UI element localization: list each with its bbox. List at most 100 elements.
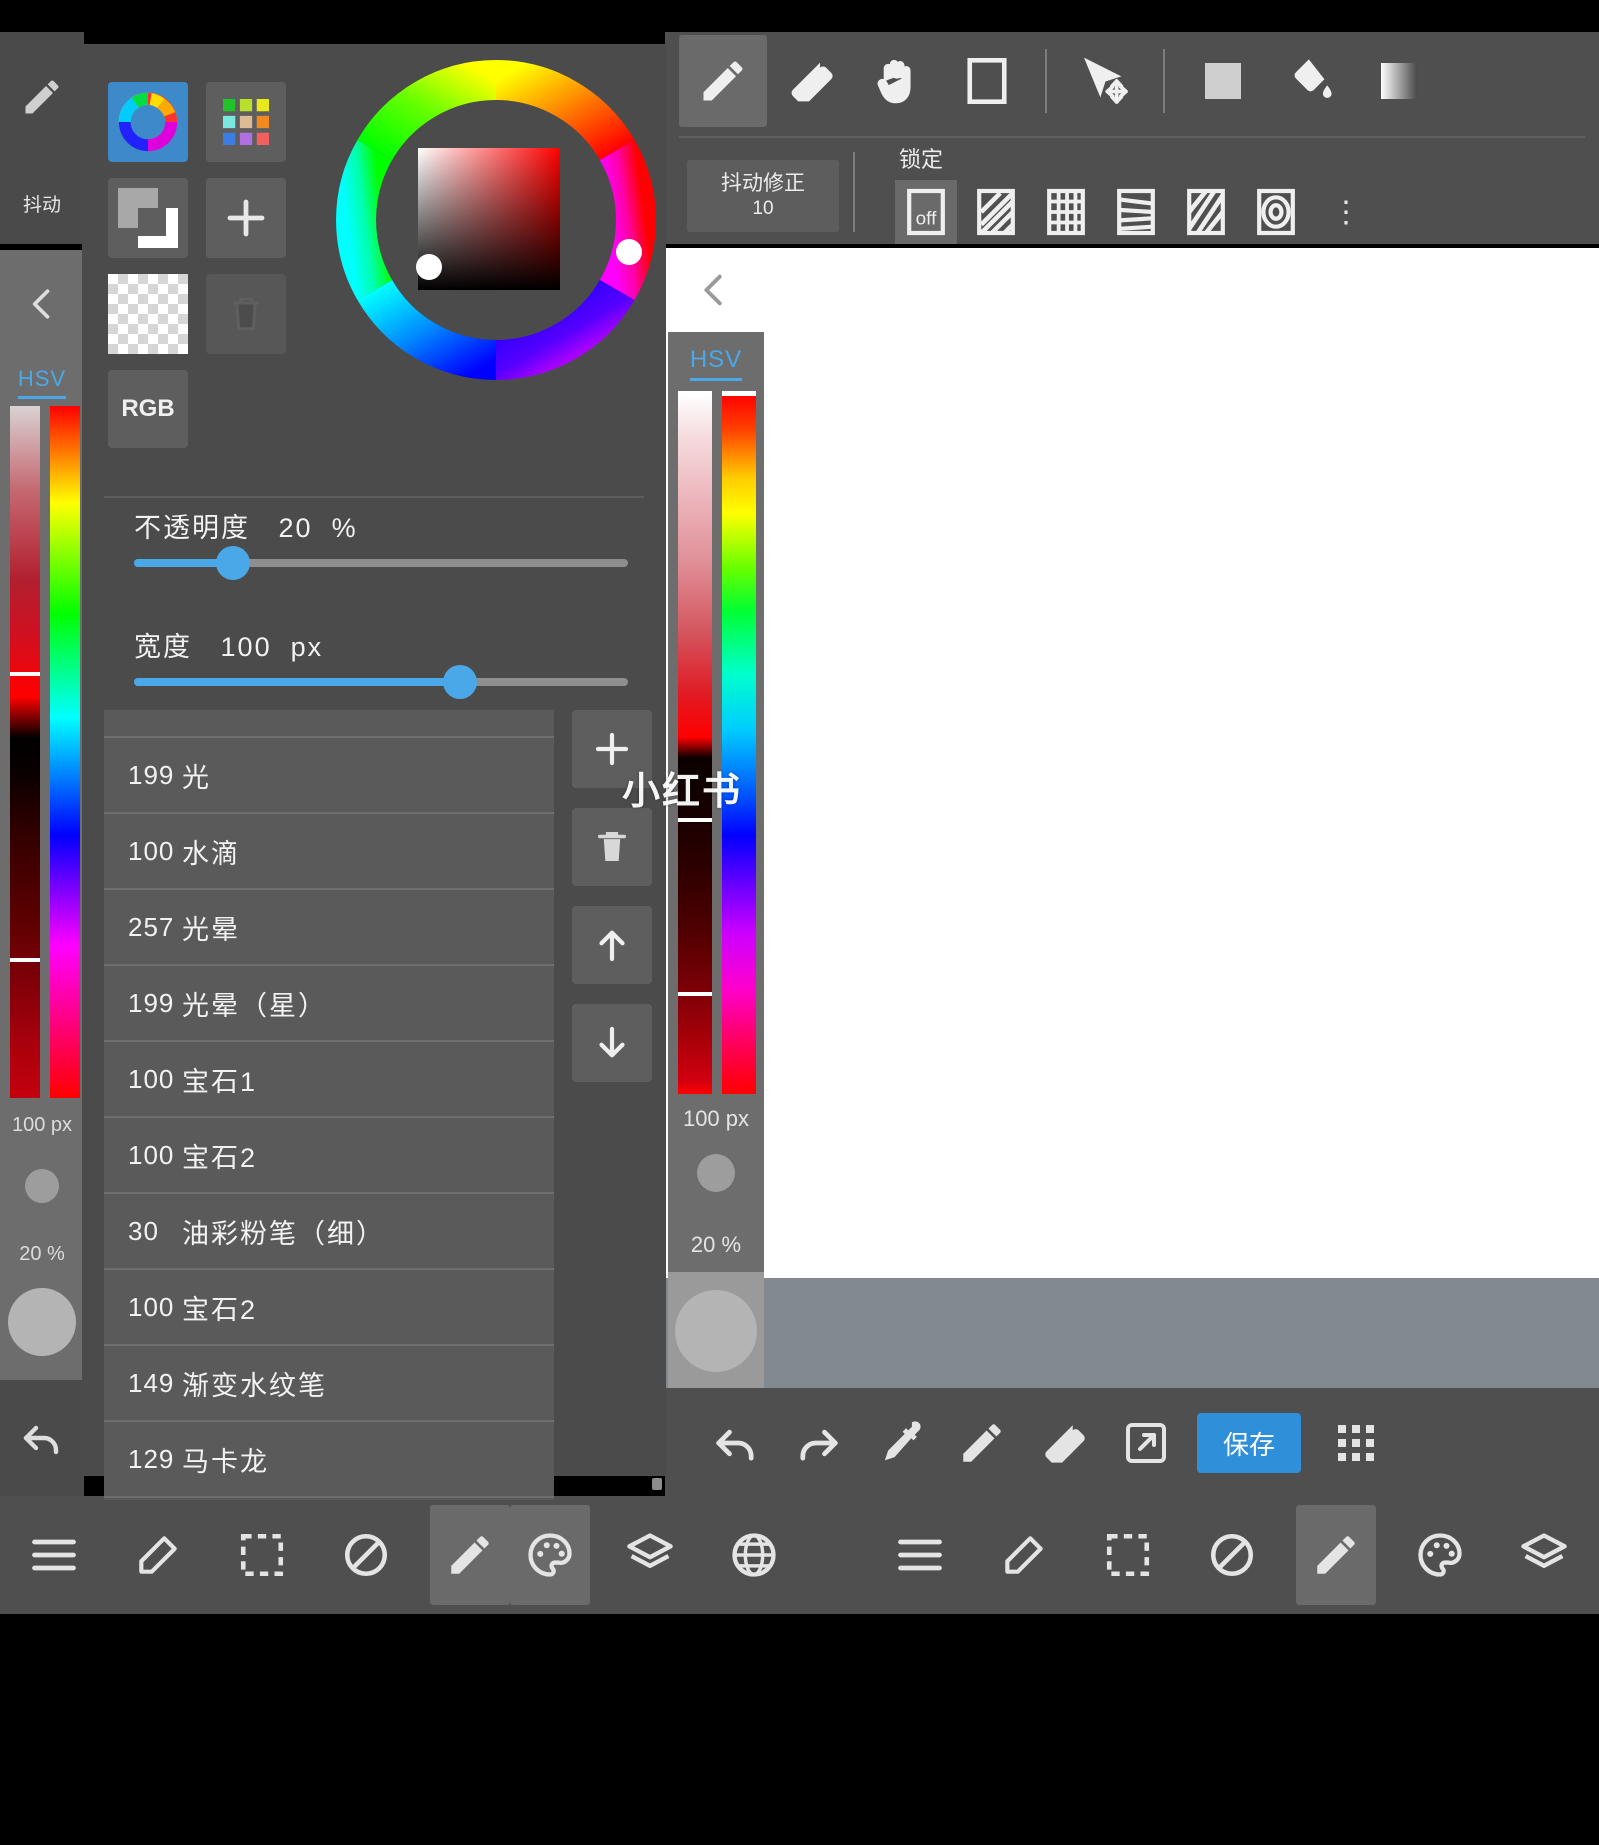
brush-button[interactable] — [941, 1395, 1023, 1491]
nav-edit-2[interactable] — [984, 1505, 1064, 1605]
fill-shape-tool[interactable] — [1179, 35, 1267, 127]
bucket-tool[interactable] — [1267, 35, 1355, 127]
more-options-button[interactable]: ⋮ — [1331, 198, 1361, 228]
brush-size-preview — [697, 1154, 735, 1192]
current-color-swatch[interactable] — [668, 1272, 764, 1390]
save-button[interactable]: 保存 — [1197, 1413, 1301, 1473]
pencil-tool[interactable] — [679, 35, 767, 127]
palette-mode[interactable] — [206, 82, 286, 162]
plus-icon — [227, 199, 265, 237]
nav-brush-2[interactable] — [1296, 1505, 1376, 1605]
move-up-button[interactable] — [572, 906, 652, 984]
nav-transform[interactable] — [326, 1505, 406, 1605]
nav-globe-2[interactable] — [1584, 1505, 1599, 1605]
nav-edit[interactable] — [118, 1505, 198, 1605]
undo-button[interactable] — [695, 1395, 777, 1491]
width-label: 宽度 — [134, 632, 192, 662]
rgb-mode-button[interactable]: RGB — [108, 370, 188, 448]
select-move-tool[interactable] — [1061, 35, 1149, 127]
brush-list-item[interactable]: 199 光晕（星） — [104, 966, 554, 1042]
lock-off[interactable]: off — [895, 180, 957, 244]
lock-horizontal[interactable] — [1105, 180, 1167, 244]
grid-menu-button[interactable] — [1315, 1395, 1397, 1491]
move-down-button[interactable] — [572, 1004, 652, 1082]
brush-size: 129 — [128, 1443, 175, 1474]
nav-layers-2[interactable] — [1504, 1505, 1584, 1605]
horizontal-lines-icon — [1117, 188, 1155, 236]
nav-palette-2[interactable] — [1400, 1505, 1480, 1605]
lock-perspective[interactable] — [1175, 180, 1237, 244]
toolbar-separator-1 — [1045, 49, 1047, 113]
bg-hsv-sliders[interactable] — [0, 406, 84, 1106]
hamburger-icon — [32, 1539, 76, 1571]
nav-palette[interactable] — [510, 1505, 590, 1605]
brush-list-scrollbar[interactable] — [652, 1478, 662, 1490]
bg-saturation-slider[interactable] — [10, 406, 40, 1098]
saturation-value-slider[interactable] — [678, 394, 712, 1094]
add-color[interactable] — [206, 178, 286, 258]
nav-select[interactable] — [222, 1505, 302, 1605]
eraser-button[interactable] — [1023, 1395, 1105, 1491]
transparent-swatch[interactable] — [108, 274, 188, 354]
canvas-collapse-button[interactable] — [665, 248, 1599, 332]
drawing-canvas[interactable] — [665, 248, 1599, 1278]
brush-list-item[interactable]: 100 宝石2 — [104, 1118, 554, 1194]
width-slider[interactable] — [134, 665, 628, 699]
brush-list-item[interactable]: 100 宝石1 — [104, 1042, 554, 1118]
nav-menu[interactable] — [14, 1505, 94, 1605]
canvas-tool[interactable] — [943, 35, 1031, 127]
nav-transform-2[interactable] — [1192, 1505, 1272, 1605]
share-button[interactable] — [1105, 1395, 1187, 1491]
lock-radial[interactable] — [1245, 180, 1307, 244]
brush-name: 宝石1 — [182, 1066, 258, 1097]
brush-list-item[interactable]: 149 渐变水纹笔 — [104, 1346, 554, 1422]
redo-button[interactable] — [777, 1395, 859, 1491]
bg-opacity-value: 20 % — [19, 1243, 65, 1265]
hand-tool[interactable] — [855, 35, 943, 127]
delete-brush-button[interactable] — [572, 808, 652, 886]
brush-list-item[interactable]: 30 油彩粉笔（细） — [104, 1194, 554, 1270]
palette-icon — [1418, 1533, 1462, 1577]
brush-list[interactable]: 199 光 100 水滴 257 光晕 199 光晕（星） 100 宝石1 100 宝石2 30 油彩粉笔… — [104, 710, 554, 1500]
bg-undo-button[interactable] — [0, 1380, 84, 1496]
opacity-slider[interactable] — [134, 546, 628, 580]
hsv-sliders — [668, 391, 764, 1094]
brush-size: 30 — [128, 1215, 159, 1246]
brush-list-item[interactable]: 257 光晕 — [104, 890, 554, 966]
brush-list-item[interactable]: 129 马卡龙 — [104, 1422, 554, 1498]
bg-collapse-button[interactable] — [0, 250, 84, 358]
lock-diagonal[interactable] — [965, 180, 1027, 244]
eraser-tool[interactable] — [767, 35, 855, 127]
width-slider-thumb[interactable] — [443, 665, 478, 699]
opacity-slider-thumb[interactable] — [215, 546, 250, 580]
nav-brush[interactable] — [430, 1505, 510, 1605]
nav-select-2[interactable] — [1088, 1505, 1168, 1605]
sv-handle[interactable] — [416, 254, 442, 280]
chevron-left-icon — [32, 289, 50, 319]
nav-globe[interactable] — [714, 1505, 794, 1605]
gradient-tool[interactable] — [1355, 35, 1443, 127]
bg-hsv-tab[interactable]: HSV — [0, 358, 84, 406]
brush-list-item[interactable]: 100 水滴 — [104, 814, 554, 890]
nav-menu-2[interactable] — [880, 1505, 960, 1605]
bg-hue-slider[interactable] — [50, 406, 80, 1098]
bg-color-swatch[interactable] — [8, 1288, 76, 1356]
hue-handle[interactable] — [616, 239, 642, 265]
brush-size: 100 — [128, 1139, 175, 1170]
hsv-tab[interactable]: HSV — [668, 332, 764, 394]
nav-layers[interactable] — [610, 1505, 690, 1605]
color-wheel-picker[interactable] — [336, 60, 656, 380]
eyedropper-button[interactable] — [859, 1395, 941, 1491]
brush-list-item[interactable]: 100 宝石2 — [104, 1270, 554, 1346]
lock-grid[interactable] — [1035, 180, 1097, 244]
color-wheel-mode[interactable] — [108, 82, 188, 162]
fg-bg-swap[interactable] — [108, 178, 188, 258]
brush-list-item[interactable]: 199 光 — [104, 738, 554, 814]
hue-slider[interactable] — [722, 394, 756, 1094]
bg-pencil-tool[interactable] — [0, 32, 84, 162]
edit-square-icon — [1005, 1536, 1043, 1574]
jitter-correction-button[interactable]: 抖动修正 10 — [687, 160, 839, 232]
delete-color[interactable] — [206, 274, 286, 354]
width-unit: px — [290, 632, 324, 662]
brush-name: 宝石2 — [182, 1294, 258, 1325]
